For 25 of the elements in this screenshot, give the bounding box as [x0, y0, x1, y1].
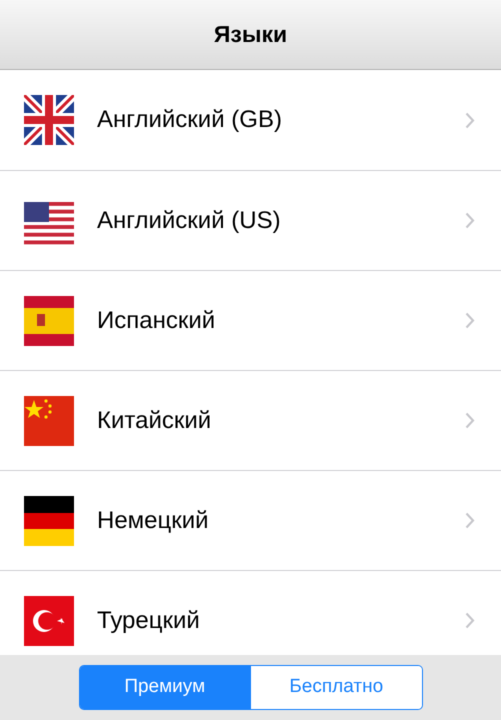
chevron-icon: [465, 312, 475, 329]
language-label: Китайский: [97, 406, 212, 436]
language-row[interactable]: Немецкий: [0, 470, 501, 570]
segment-tab[interactable]: Бесплатно: [250, 666, 422, 709]
language-label: Испанский: [97, 306, 216, 336]
flag-icon: [24, 496, 74, 546]
chevron-icon: [465, 412, 475, 429]
chevron-icon: [465, 612, 475, 629]
flag-icon: [24, 596, 74, 646]
language-row[interactable]: Английский (GB): [0, 70, 501, 170]
chevron-icon: [465, 212, 475, 229]
language-label: Английский (GB): [97, 105, 283, 135]
chevron-icon: [465, 112, 475, 128]
chevron-icon: [465, 512, 475, 529]
flag-icon: [24, 396, 74, 446]
segment-tab[interactable]: Премиум: [80, 666, 250, 709]
language-row[interactable]: Китайский: [0, 370, 501, 470]
language-row[interactable]: Английский (US): [0, 170, 501, 270]
nav-title: Языки: [214, 20, 288, 50]
language-label: Немецкий: [97, 506, 210, 536]
flag-icon: [24, 296, 74, 346]
flag-icon: [24, 95, 74, 145]
language-label: Английский (US): [97, 206, 282, 236]
language-label: Турецкий: [97, 606, 201, 636]
language-row[interactable]: Испанский: [0, 270, 501, 370]
